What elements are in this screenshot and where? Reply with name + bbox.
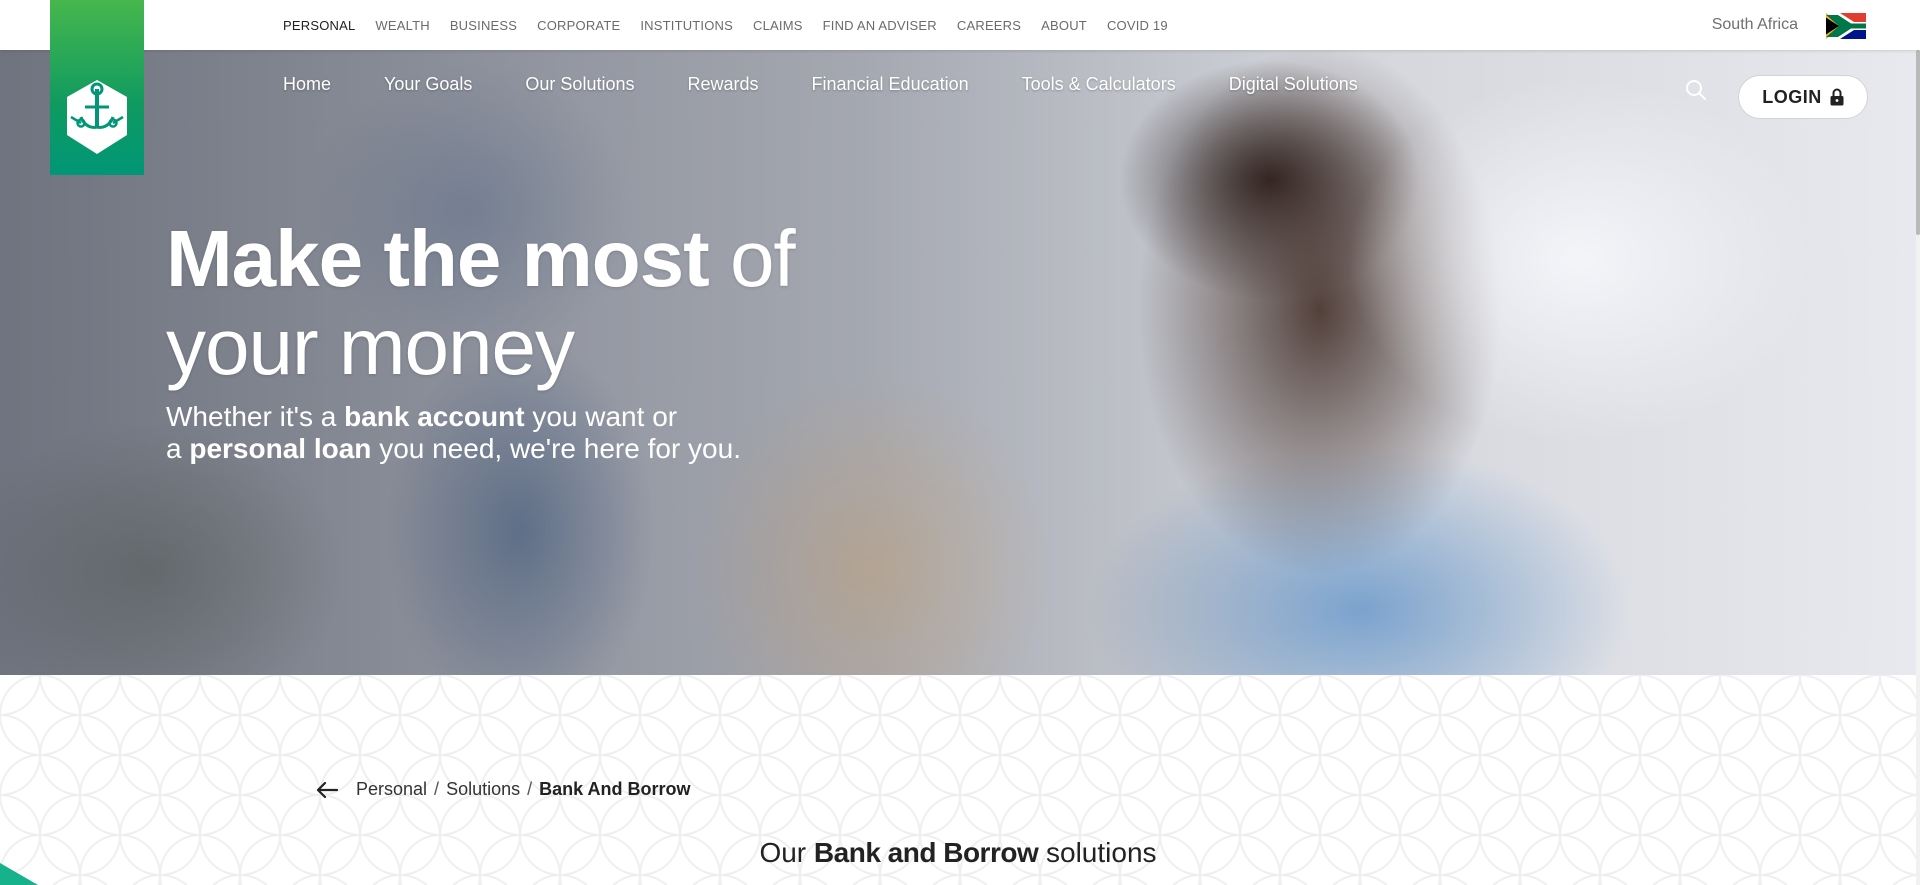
section-title-bold: Bank and Borrow xyxy=(813,837,1039,868)
top-nav-find-an-adviser[interactable]: FIND AN ADVISER xyxy=(823,18,937,33)
top-nav-wealth[interactable]: WEALTH xyxy=(375,18,429,33)
main-nav-our-solutions[interactable]: Our Solutions xyxy=(525,74,634,95)
sub-2-bold: personal loan xyxy=(189,433,372,464)
logo[interactable] xyxy=(50,0,144,175)
login-label: LOGIN xyxy=(1762,86,1822,107)
main-nav-your-goals[interactable]: Your Goals xyxy=(384,74,472,95)
section-title: Our Bank and Borrow solutions xyxy=(0,837,1916,869)
headline-bold: Make the most xyxy=(166,214,710,303)
top-nav-about[interactable]: ABOUT xyxy=(1041,18,1087,33)
sub-2: a xyxy=(166,433,182,464)
breadcrumb-solutions[interactable]: Solutions xyxy=(446,779,520,800)
top-nav-careers[interactable]: CAREERS xyxy=(957,18,1021,33)
top-nav-institutions[interactable]: INSTITUTIONS xyxy=(640,18,733,33)
headline-light-2: your money xyxy=(166,302,575,391)
main-nav-tools-calculators[interactable]: Tools & Calculators xyxy=(1022,74,1176,95)
breadcrumb-separator: / xyxy=(527,779,533,799)
top-nav-claims[interactable]: CLAIMS xyxy=(753,18,803,33)
sub-1-bold: bank account xyxy=(344,401,525,432)
sub-1: Whether it's a xyxy=(166,401,337,432)
top-nav-personal[interactable]: PERSONAL xyxy=(283,18,355,33)
old-mutual-logo-icon xyxy=(67,80,127,154)
headline-light-1: of xyxy=(729,214,796,303)
hero-subheadline: Whether it's a bank account you want or … xyxy=(166,401,795,465)
arrow-left-icon[interactable] xyxy=(316,781,338,799)
main-nav-home[interactable]: Home xyxy=(283,74,331,95)
corner-accent xyxy=(0,863,38,885)
section-title-post: solutions xyxy=(1046,837,1157,868)
breadcrumb-personal[interactable]: Personal xyxy=(356,779,427,800)
sub-2-end: you need, we're here for you. xyxy=(379,433,741,464)
top-nav-business[interactable]: BUSINESS xyxy=(450,18,517,33)
lock-icon xyxy=(1830,88,1844,106)
region-selector[interactable]: South Africa xyxy=(1712,0,1798,50)
breadcrumb-current: Bank And Borrow xyxy=(539,779,691,799)
top-utility-bar: PERSONAL WEALTH BUSINESS CORPORATE INSTI… xyxy=(0,0,1920,50)
top-nav: PERSONAL WEALTH BUSINESS CORPORATE INSTI… xyxy=(283,0,1188,50)
main-nav-rewards[interactable]: Rewards xyxy=(687,74,758,95)
main-nav-digital-solutions[interactable]: Digital Solutions xyxy=(1229,74,1358,95)
breadcrumb-separator: / xyxy=(434,779,440,799)
section-title-pre: Our xyxy=(759,837,807,868)
hero-headline: Make the most of your money xyxy=(166,214,796,391)
main-nav-financial-education[interactable]: Financial Education xyxy=(812,74,969,95)
top-nav-covid-19[interactable]: COVID 19 xyxy=(1107,18,1168,33)
main-nav: Home Your Goals Our Solutions Rewards Fi… xyxy=(283,74,1411,95)
sub-1-end: you want or xyxy=(532,401,678,432)
hero-banner: Home Your Goals Our Solutions Rewards Fi… xyxy=(0,50,1916,675)
south-africa-flag-icon[interactable] xyxy=(1826,13,1866,39)
bank-and-borrow-section: Personal / Solutions / Bank And Borrow O… xyxy=(0,675,1916,885)
page-scrollbar-thumb[interactable] xyxy=(1916,50,1920,235)
breadcrumb: Personal / Solutions / Bank And Borrow xyxy=(316,779,690,800)
top-nav-corporate[interactable]: CORPORATE xyxy=(537,18,620,33)
search-icon[interactable] xyxy=(1684,78,1708,102)
hero-text: Make the most of your money Whether it's… xyxy=(166,214,796,465)
login-button[interactable]: LOGIN xyxy=(1738,75,1868,119)
